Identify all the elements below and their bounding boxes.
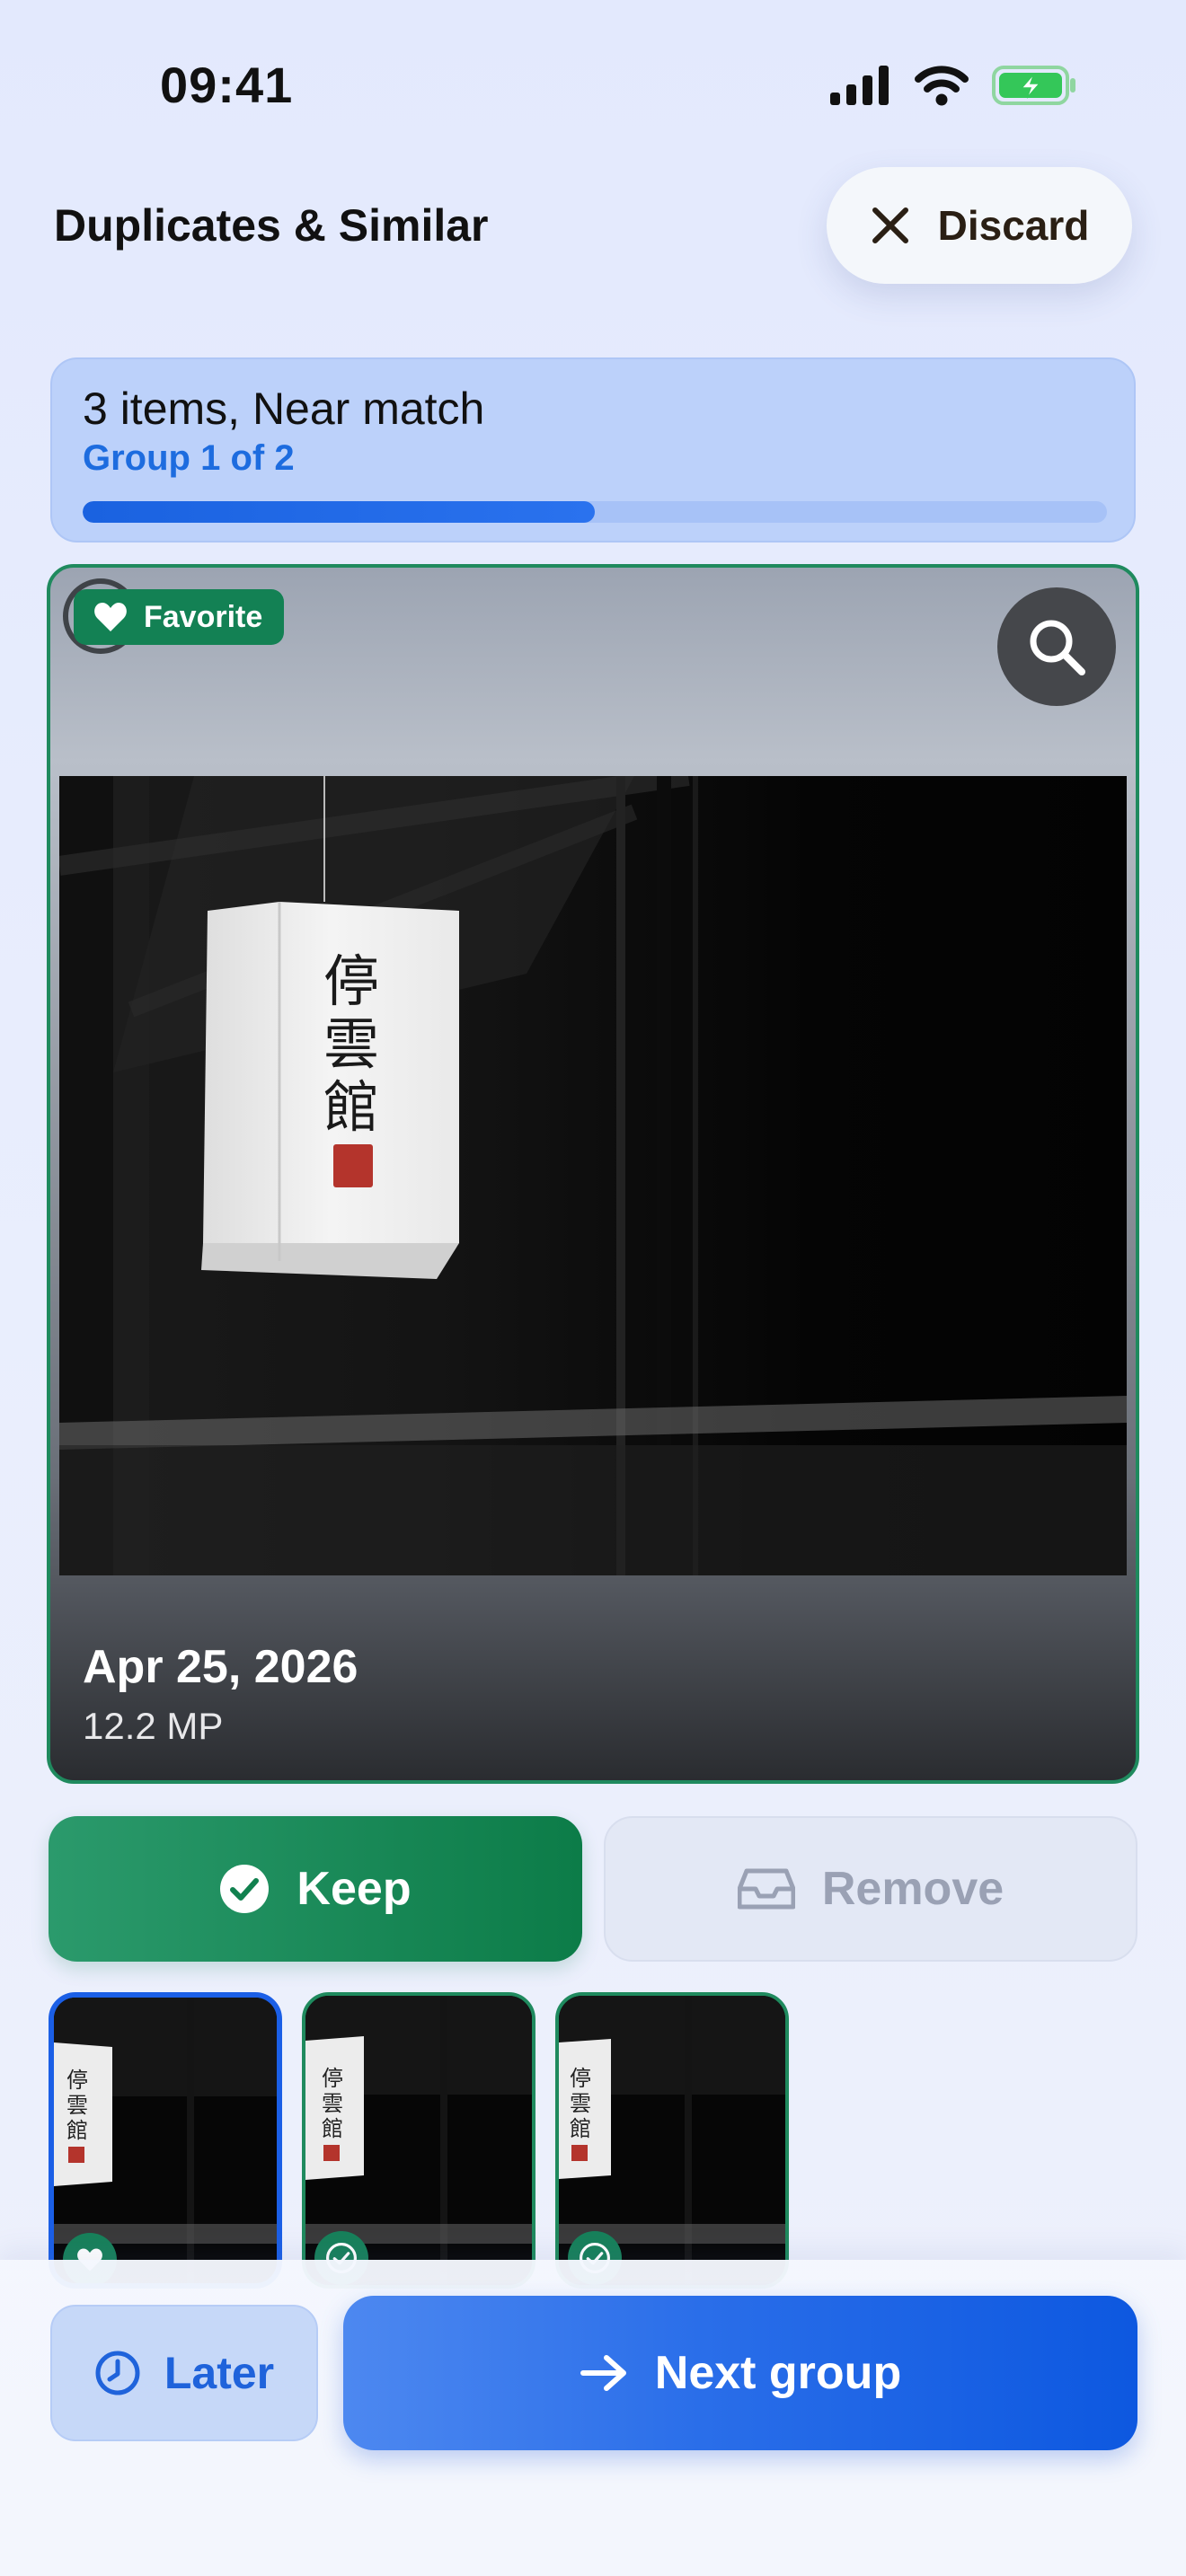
later-button[interactable]: Later [50, 2305, 318, 2441]
svg-text:停: 停 [323, 948, 379, 1014]
next-group-button[interactable]: Next group [343, 2296, 1137, 2450]
photo-resolution: 12.2 MP [83, 1705, 224, 1747]
cellular-signal-icon [830, 66, 889, 105]
svg-text:館: 館 [570, 2116, 591, 2141]
check-circle-icon [220, 1865, 270, 1913]
group-position: Group 1 of 2 [83, 438, 295, 478]
status-icons [830, 65, 1078, 106]
arrow-right-icon [580, 2355, 626, 2391]
svg-text:館: 館 [323, 1074, 379, 1140]
progress-bar [83, 501, 1107, 523]
svg-text:停: 停 [66, 2068, 88, 2093]
search-icon [1030, 620, 1085, 675]
clock-icon [95, 2351, 140, 2395]
svg-text:雲: 雲 [570, 2091, 591, 2116]
lantern-photo: 停 雲 館 [59, 776, 1127, 1575]
next-group-label: Next group [654, 2347, 902, 2399]
photo-card[interactable]: 停 雲 館 Favorite Apr 25, 2026 12.2 MP [47, 564, 1139, 1784]
wifi-icon [915, 66, 969, 106]
progress-bar-fill [83, 501, 595, 523]
svg-text:雲: 雲 [66, 2093, 88, 2118]
keep-label: Keep [296, 1863, 412, 1915]
keep-button[interactable]: Keep [49, 1816, 582, 1962]
photo-image[interactable]: 停 雲 館 [59, 776, 1127, 1575]
svg-text:館: 館 [66, 2118, 88, 2143]
group-summary: 3 items, Near match [83, 384, 485, 434]
battery-charging-icon [992, 66, 1075, 105]
svg-text:雲: 雲 [323, 1011, 379, 1077]
zoom-button[interactable] [997, 587, 1116, 706]
favorite-label: Favorite [144, 599, 263, 634]
later-label: Later [164, 2348, 275, 2398]
discard-button[interactable]: Discard [827, 167, 1132, 284]
group-progress-card: 3 items, Near match Group 1 of 2 [50, 357, 1136, 543]
heart-icon [94, 603, 127, 631]
discard-label: Discard [937, 202, 1090, 249]
page-title: Duplicates & Similar [54, 200, 489, 251]
svg-text:雲: 雲 [322, 2091, 343, 2116]
thumbnail-1[interactable]: 停 雲 館 [49, 1992, 282, 2289]
svg-text:停: 停 [570, 2066, 591, 2091]
photo-date: Apr 25, 2026 [83, 1641, 358, 1693]
remove-button[interactable]: Remove [604, 1816, 1137, 1962]
thumbnail-3[interactable]: 停 雲 館 [555, 1992, 789, 2289]
thumbnail-2[interactable]: 停 雲 館 [302, 1992, 535, 2289]
status-bar: 09:41 [0, 0, 1186, 171]
svg-text:停: 停 [322, 2066, 343, 2091]
favorite-badge: Favorite [74, 589, 285, 645]
svg-text:館: 館 [322, 2116, 343, 2141]
remove-label: Remove [821, 1863, 1005, 1915]
close-icon [872, 207, 908, 243]
status-time: 09:41 [160, 57, 294, 113]
tray-icon [737, 1868, 795, 1910]
